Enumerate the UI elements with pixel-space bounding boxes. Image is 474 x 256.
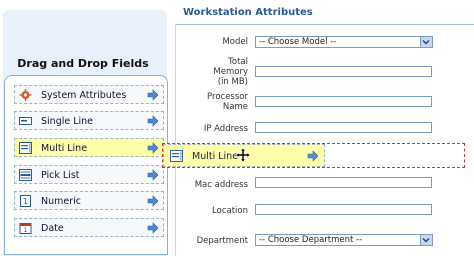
gear-icon bbox=[19, 89, 32, 101]
arrow-right-icon bbox=[147, 195, 159, 207]
field-item-pick-list[interactable]: Pick List bbox=[14, 165, 164, 184]
form-title-divider bbox=[176, 24, 474, 25]
field-item-label: Single Line bbox=[41, 116, 94, 127]
location-input[interactable] bbox=[255, 204, 432, 215]
pick-list-icon bbox=[19, 169, 32, 181]
arrow-right-icon bbox=[147, 142, 159, 154]
processor-name-label-line: Name bbox=[222, 102, 248, 112]
mac-address-input[interactable] bbox=[255, 177, 432, 188]
total-memory-label-line: Total bbox=[228, 57, 248, 67]
arrow-right-icon bbox=[147, 169, 159, 181]
drag-drop-palette: Drag and Drop Fields System Attributes S… bbox=[0, 0, 172, 256]
form-left-border bbox=[175, 24, 176, 256]
processor-name-input[interactable] bbox=[255, 96, 432, 107]
form-title: Workstation Attributes bbox=[183, 7, 313, 18]
ip-address-input[interactable] bbox=[255, 122, 432, 133]
total-memory-label-line: (in MB) bbox=[217, 77, 248, 87]
field-item-numeric[interactable]: 1 Numeric bbox=[14, 191, 164, 210]
multi-line-icon bbox=[170, 150, 183, 162]
multi-line-icon bbox=[19, 142, 32, 154]
single-line-icon bbox=[19, 117, 32, 125]
calendar-icon: 1 bbox=[19, 223, 32, 234]
model-select-value: -- Choose Model -- bbox=[259, 37, 337, 47]
field-item-label: Multi Line bbox=[41, 143, 88, 154]
arrow-right-icon bbox=[307, 150, 319, 162]
field-item-label: Numeric bbox=[41, 196, 81, 207]
numeric-icon: 1 bbox=[20, 195, 31, 207]
total-memory-input[interactable] bbox=[255, 66, 432, 77]
location-label: Location bbox=[212, 206, 248, 216]
field-item-multi-line[interactable]: Multi Line bbox=[14, 138, 164, 157]
processor-name-label: Processor Name bbox=[207, 92, 248, 112]
chevron-down-icon[interactable] bbox=[420, 235, 432, 245]
move-cursor-icon bbox=[236, 148, 250, 162]
total-memory-label-line: Memory bbox=[213, 67, 248, 77]
department-label: Department bbox=[196, 236, 248, 246]
chevron-down-icon[interactable] bbox=[420, 37, 432, 47]
arrow-right-icon bbox=[147, 115, 159, 127]
department-select-value: -- Choose Department -- bbox=[259, 235, 363, 245]
processor-name-label-line: Processor bbox=[207, 92, 248, 102]
svg-text:1: 1 bbox=[23, 197, 28, 206]
arrow-right-icon bbox=[147, 222, 159, 234]
dragged-field-label: Multi Line bbox=[192, 151, 239, 162]
mac-address-label: Mac address bbox=[194, 180, 248, 190]
model-label: Model bbox=[222, 37, 248, 47]
model-select[interactable]: -- Choose Model -- bbox=[255, 36, 433, 48]
svg-text:1: 1 bbox=[24, 227, 28, 234]
department-select[interactable]: -- Choose Department -- bbox=[255, 234, 433, 246]
field-item-label: Date bbox=[41, 223, 64, 234]
field-item-label: Pick List bbox=[41, 170, 80, 181]
arrow-right-icon bbox=[147, 89, 159, 101]
field-item-date[interactable]: 1 Date bbox=[14, 218, 164, 237]
ip-address-label: IP Address bbox=[203, 124, 248, 134]
field-item-single-line[interactable]: Single Line bbox=[14, 111, 164, 130]
palette-title: Drag and Drop Fields bbox=[17, 57, 149, 70]
field-item-system-attributes[interactable]: System Attributes bbox=[14, 85, 164, 104]
field-item-label: System Attributes bbox=[41, 90, 127, 101]
total-memory-label: Total Memory (in MB) bbox=[213, 57, 248, 87]
